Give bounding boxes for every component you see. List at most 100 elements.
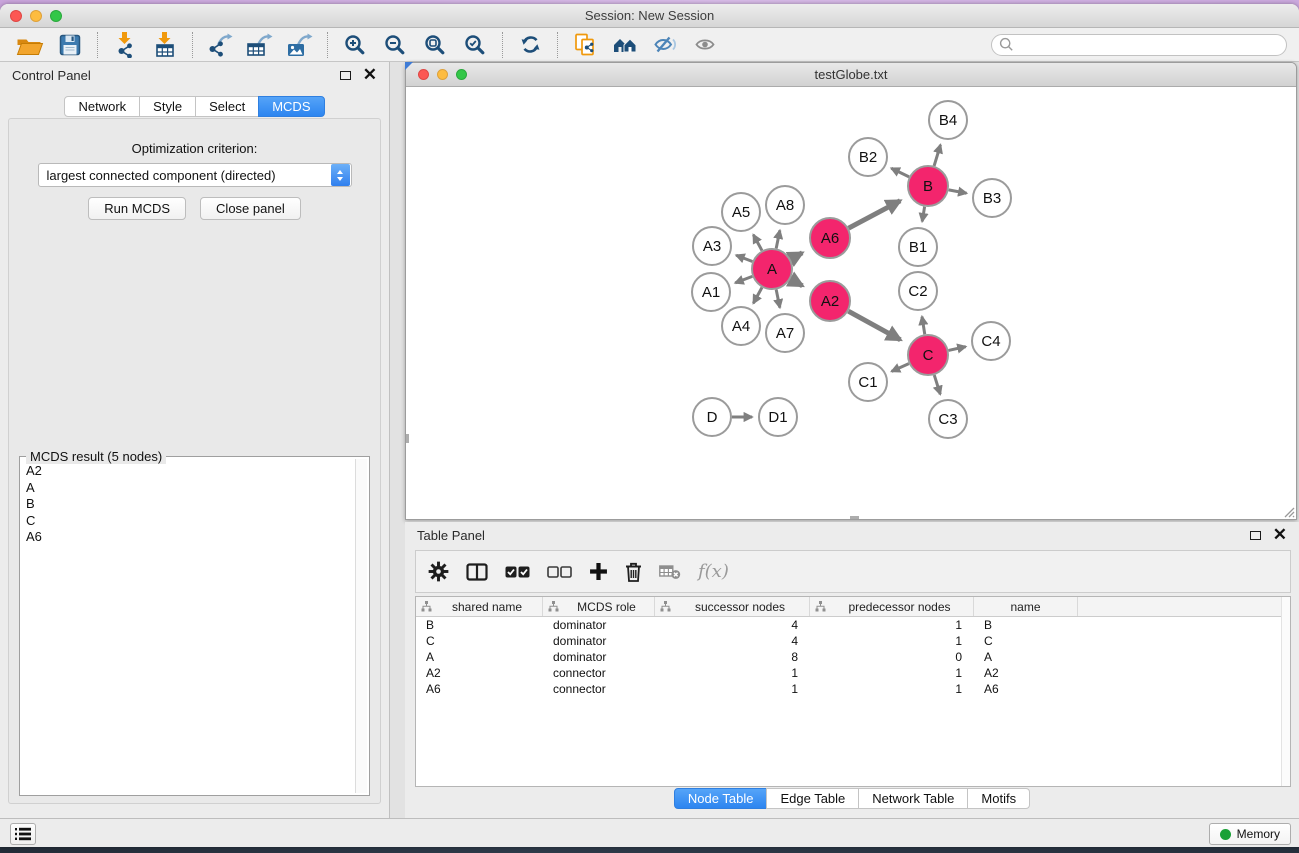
memory-button[interactable]: Memory xyxy=(1209,823,1291,845)
graph-node-A8[interactable]: A8 xyxy=(766,186,804,224)
search-box[interactable] xyxy=(991,34,1287,56)
graph-edge-A-A6[interactable] xyxy=(791,253,803,259)
table-row[interactable]: Cdominator41C xyxy=(416,633,1290,649)
graph-edge-C-C1[interactable] xyxy=(892,364,909,372)
graph-edge-A-A4[interactable] xyxy=(753,287,762,303)
zoom-fit-button[interactable] xyxy=(415,30,455,60)
graph-edge-C-C3[interactable] xyxy=(934,375,940,394)
deselect-all-button[interactable] xyxy=(547,566,572,578)
graph-node-C2[interactable]: C2 xyxy=(899,272,937,310)
graph-node-B4[interactable]: B4 xyxy=(929,101,967,139)
delete-column-button[interactable] xyxy=(625,562,642,582)
column-header-predecessor-nodes[interactable]: predecessor nodes xyxy=(810,597,974,616)
graph-edge-B-B4[interactable] xyxy=(934,145,940,166)
network-canvas[interactable]: B4B2BB3B1A5A8A6A3AA1A2C2A4A7C4CC1C3DD1 xyxy=(406,87,1296,519)
graph-edge-A-A7[interactable] xyxy=(776,290,780,308)
resize-grip-icon[interactable] xyxy=(1282,505,1295,518)
minimize-network-button[interactable] xyxy=(437,69,448,80)
tab-network-table[interactable]: Network Table xyxy=(858,788,968,809)
graph-edge-A-A5[interactable] xyxy=(753,235,762,251)
graph-edge-A2-C[interactable] xyxy=(848,311,900,340)
hide-graphics-details-button[interactable] xyxy=(645,30,685,60)
close-panel-button[interactable]: Close panel xyxy=(200,197,301,220)
graph-edge-B-B2[interactable] xyxy=(891,168,909,177)
column-header-MCDS-role[interactable]: MCDS role xyxy=(543,597,655,616)
graph-edge-B-B1[interactable] xyxy=(922,207,924,222)
zoom-in-button[interactable] xyxy=(335,30,375,60)
tab-network[interactable]: Network xyxy=(64,96,140,117)
save-session-button[interactable] xyxy=(50,30,90,60)
graph-node-A2[interactable]: A2 xyxy=(810,281,850,321)
float-panel-icon[interactable] xyxy=(1250,531,1261,540)
close-network-button[interactable] xyxy=(418,69,429,80)
graph-node-B[interactable]: B xyxy=(908,166,948,206)
table-row[interactable]: Adominator80A xyxy=(416,649,1290,665)
column-header-name[interactable]: name xyxy=(974,597,1078,616)
mcds-result-list[interactable]: A2 A B C A6 xyxy=(22,463,354,793)
table-row[interactable]: A2connector11A2 xyxy=(416,665,1290,681)
graph-node-A6[interactable]: A6 xyxy=(810,218,850,258)
graph-node-A4[interactable]: A4 xyxy=(722,307,760,345)
result-scrollbar[interactable] xyxy=(355,459,367,793)
export-image-button[interactable] xyxy=(280,30,320,60)
tab-select[interactable]: Select xyxy=(195,96,259,117)
import-table-button[interactable] xyxy=(145,30,185,60)
graph-edge-A-A1[interactable] xyxy=(735,276,752,282)
tab-edge-table[interactable]: Edge Table xyxy=(766,788,859,809)
tab-motifs[interactable]: Motifs xyxy=(967,788,1030,809)
list-item[interactable]: B xyxy=(26,496,354,513)
select-all-button[interactable] xyxy=(505,566,530,578)
dropdown-stepper-icon[interactable] xyxy=(331,164,350,186)
export-network-button[interactable] xyxy=(200,30,240,60)
close-window-button[interactable] xyxy=(10,10,22,22)
optimization-criterion-dropdown[interactable]: largest connected component (directed) xyxy=(38,163,352,187)
run-mcds-button[interactable]: Run MCDS xyxy=(88,197,186,220)
list-item[interactable]: A xyxy=(26,480,354,497)
refresh-button[interactable] xyxy=(510,30,550,60)
graph-node-A3[interactable]: A3 xyxy=(693,227,731,265)
graph-node-B1[interactable]: B1 xyxy=(899,228,937,266)
show-panels-menu-button[interactable] xyxy=(10,823,36,845)
add-column-button[interactable] xyxy=(589,562,608,581)
split-columns-button[interactable] xyxy=(466,563,488,581)
zoom-selected-button[interactable] xyxy=(455,30,495,60)
column-header-shared-name[interactable]: shared name xyxy=(416,597,543,616)
graph-node-D[interactable]: D xyxy=(693,398,731,436)
list-item[interactable]: C xyxy=(26,513,354,530)
gear-button[interactable] xyxy=(428,561,449,582)
tab-mcds[interactable]: MCDS xyxy=(258,96,324,117)
graph-edge-C-C4[interactable] xyxy=(948,347,965,351)
float-panel-icon[interactable] xyxy=(340,71,351,80)
graph-node-A1[interactable]: A1 xyxy=(692,273,730,311)
home-button[interactable] xyxy=(605,30,645,60)
graph-node-A[interactable]: A xyxy=(752,249,792,289)
graph-edge-C-C2[interactable] xyxy=(922,317,925,335)
function-builder-button[interactable]: f(x) xyxy=(698,561,729,582)
tab-node-table[interactable]: Node Table xyxy=(674,788,768,809)
list-item[interactable]: A6 xyxy=(26,529,354,546)
graph-node-A5[interactable]: A5 xyxy=(722,193,760,231)
column-header-successor-nodes[interactable]: successor nodes xyxy=(655,597,810,616)
minimize-window-button[interactable] xyxy=(30,10,42,22)
zoom-out-button[interactable] xyxy=(375,30,415,60)
graph-edge-A-A8[interactable] xyxy=(776,230,780,248)
table-row[interactable]: A6connector11A6 xyxy=(416,681,1290,697)
graph-edge-A6-B[interactable] xyxy=(849,201,901,228)
close-panel-icon[interactable]: ✕ xyxy=(1273,530,1287,540)
table-row[interactable]: Bdominator41B xyxy=(416,617,1290,633)
graph-node-C3[interactable]: C3 xyxy=(929,400,967,438)
clone-network-button[interactable] xyxy=(565,30,605,60)
search-input[interactable] xyxy=(1014,37,1286,52)
list-item[interactable]: A2 xyxy=(26,463,354,480)
graph-node-C1[interactable]: C1 xyxy=(849,363,887,401)
graph-edge-A-A3[interactable] xyxy=(736,255,752,261)
delete-table-button[interactable] xyxy=(659,563,681,580)
panel-grip-left[interactable] xyxy=(406,434,409,443)
zoom-window-button[interactable] xyxy=(50,10,62,22)
graph-node-B3[interactable]: B3 xyxy=(973,179,1011,217)
import-network-button[interactable] xyxy=(105,30,145,60)
zoom-network-button[interactable] xyxy=(456,69,467,80)
graph-node-B2[interactable]: B2 xyxy=(849,138,887,176)
graph-edge-B-B3[interactable] xyxy=(949,190,967,193)
close-panel-icon[interactable]: ✕ xyxy=(363,70,377,80)
